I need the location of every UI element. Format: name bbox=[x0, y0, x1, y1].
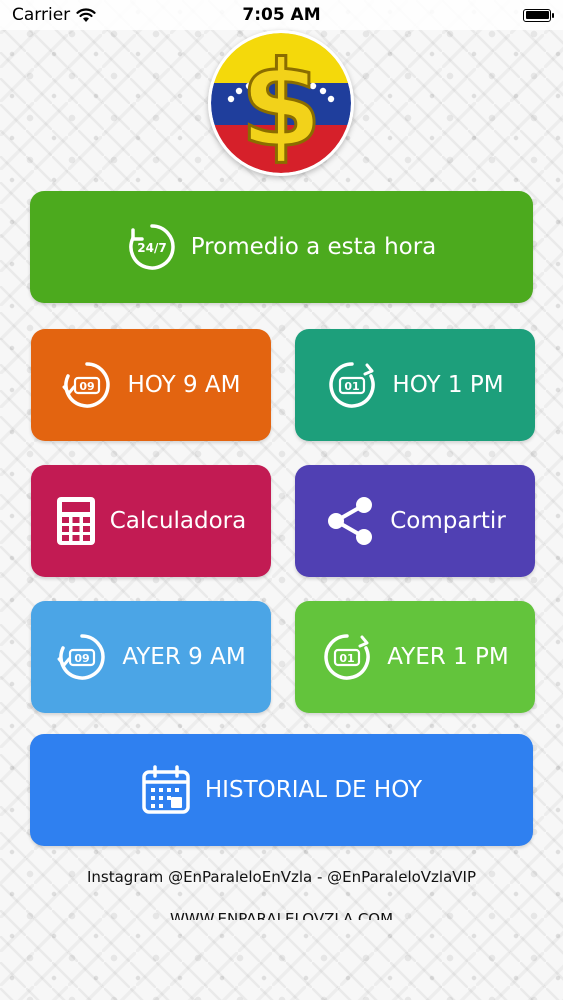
calculadora-button[interactable]: Calculadora bbox=[31, 465, 271, 577]
promedio-button[interactable]: 24/7 Promedio a esta hora bbox=[30, 191, 533, 303]
hoy-9am-label: HOY 9 AM bbox=[127, 372, 241, 398]
clock-01-icon: 01 bbox=[329, 362, 376, 408]
hoy-1pm-button[interactable]: 01 HOY 1 PM bbox=[295, 329, 535, 441]
hoy-1pm-label: HOY 1 PM bbox=[392, 372, 504, 398]
website-footer[interactable]: WWW.ENPARALELOVZLA.COM bbox=[0, 906, 563, 920]
svg-text:$: $ bbox=[240, 35, 322, 173]
status-bar: Carrier 7:05 AM bbox=[0, 0, 563, 30]
status-time: 7:05 AM bbox=[242, 5, 321, 25]
share-icon bbox=[328, 497, 373, 545]
compartir-button[interactable]: Compartir bbox=[295, 465, 535, 577]
compartir-label: Compartir bbox=[390, 508, 506, 534]
ayer-1pm-label: AYER 1 PM bbox=[387, 644, 509, 670]
historial-button[interactable]: HISTORIAL DE HOY bbox=[30, 734, 533, 846]
calendar-icon bbox=[142, 765, 190, 814]
ayer-1pm-button[interactable]: 01 AYER 1 PM bbox=[295, 601, 535, 713]
svg-text:09: 09 bbox=[80, 380, 95, 393]
calculadora-label: Calculadora bbox=[109, 508, 247, 534]
app-logo: $ bbox=[208, 30, 354, 176]
svg-text:24/7: 24/7 bbox=[137, 241, 166, 255]
ayer-9am-label: AYER 9 AM bbox=[122, 644, 246, 670]
battery-icon bbox=[523, 8, 554, 22]
clock-01-icon: 01 bbox=[324, 634, 370, 680]
hoy-9am-button[interactable]: 09 HOY 9 AM bbox=[31, 329, 271, 441]
historial-label: HISTORIAL DE HOY bbox=[204, 777, 423, 803]
clock-09-icon: 09 bbox=[57, 634, 106, 680]
ayer-9am-button[interactable]: 09 AYER 9 AM bbox=[31, 601, 271, 713]
clock-09-icon: 09 bbox=[62, 362, 111, 408]
instagram-footer: Instagram @EnParaleloEnVzla - @EnParalel… bbox=[86, 868, 477, 886]
svg-text:01: 01 bbox=[340, 652, 355, 665]
clock-24-7-icon: 24/7 bbox=[129, 224, 175, 270]
svg-text:09: 09 bbox=[75, 652, 90, 665]
calculator-icon bbox=[56, 497, 95, 545]
promedio-label: Promedio a esta hora bbox=[190, 234, 437, 260]
svg-text:01: 01 bbox=[345, 380, 360, 393]
